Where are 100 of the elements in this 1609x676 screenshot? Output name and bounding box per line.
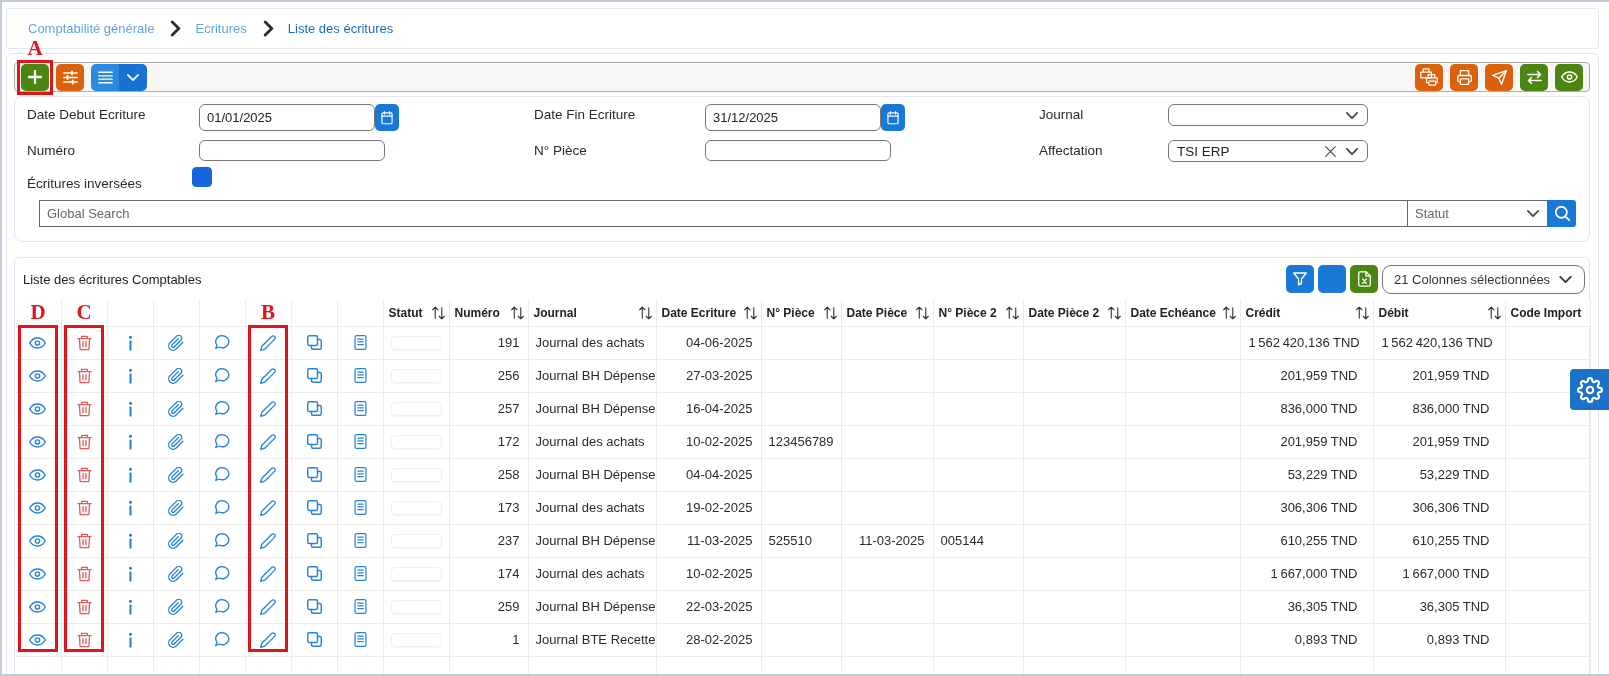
copy-icon[interactable] xyxy=(306,335,322,350)
pencil-icon[interactable] xyxy=(260,334,276,351)
calendar-button[interactable] xyxy=(881,104,905,131)
eye-icon[interactable] xyxy=(29,567,47,580)
date-input[interactable]: 31/12/2025 xyxy=(705,104,881,131)
chat-icon[interactable] xyxy=(214,335,230,350)
chat-icon[interactable] xyxy=(214,401,230,416)
info-icon[interactable] xyxy=(127,466,133,483)
pencil-icon[interactable] xyxy=(260,631,276,648)
send-button[interactable] xyxy=(1485,63,1513,91)
paperclip-icon[interactable] xyxy=(168,499,184,516)
column-header[interactable]: N° Pièce xyxy=(761,300,841,326)
paperclip-icon[interactable] xyxy=(168,631,184,648)
trash-icon[interactable] xyxy=(76,499,92,516)
paperclip-icon[interactable] xyxy=(168,400,184,417)
eye-icon[interactable] xyxy=(29,633,47,646)
document-icon[interactable] xyxy=(353,632,367,647)
column-header[interactable]: Numéro xyxy=(449,300,528,326)
breadcrumb-item[interactable]: Liste des écritures xyxy=(287,21,394,36)
pencil-icon[interactable] xyxy=(260,433,276,450)
trash-icon[interactable] xyxy=(76,631,92,648)
column-select[interactable]: 21 Colonnes sélectionnées xyxy=(1382,264,1585,294)
info-icon[interactable] xyxy=(127,565,133,582)
chat-icon[interactable] xyxy=(214,500,230,515)
text-input[interactable] xyxy=(705,140,891,161)
column-header[interactable]: Journal xyxy=(528,300,656,326)
column-header[interactable]: Code Import xyxy=(1505,300,1590,326)
copy-icon[interactable] xyxy=(306,467,322,482)
info-icon[interactable] xyxy=(127,532,133,549)
select-field[interactable] xyxy=(1168,104,1368,126)
chat-icon[interactable] xyxy=(214,467,230,482)
copy-icon[interactable] xyxy=(306,599,322,614)
trash-icon[interactable] xyxy=(76,466,92,483)
caret-icon[interactable] xyxy=(1346,111,1358,119)
add-button[interactable] xyxy=(21,63,49,91)
blank-button[interactable] xyxy=(1318,265,1346,293)
eye-icon[interactable] xyxy=(29,600,47,613)
copy-icon[interactable] xyxy=(306,401,322,416)
document-icon[interactable] xyxy=(353,533,367,548)
document-icon[interactable] xyxy=(353,368,367,383)
document-icon[interactable] xyxy=(353,401,367,416)
column-header[interactable]: Date Pièce xyxy=(841,300,933,326)
pencil-icon[interactable] xyxy=(260,499,276,516)
column-header[interactable]: Date Ecriture xyxy=(656,300,761,326)
pencil-icon[interactable] xyxy=(260,466,276,483)
info-icon[interactable] xyxy=(127,631,133,648)
calendar-button[interactable] xyxy=(375,104,399,131)
date-input[interactable]: 01/01/2025 xyxy=(199,104,375,131)
eye-icon[interactable] xyxy=(29,435,47,448)
search-button[interactable] xyxy=(1548,200,1576,227)
settings-button[interactable] xyxy=(1570,369,1609,410)
clear-icon[interactable] xyxy=(1325,145,1336,157)
paperclip-icon[interactable] xyxy=(168,466,184,483)
batch-print-button[interactable] xyxy=(1415,63,1443,91)
document-icon[interactable] xyxy=(353,335,367,350)
column-header[interactable]: Statut xyxy=(383,300,449,326)
sliders-button[interactable] xyxy=(56,63,84,91)
info-icon[interactable] xyxy=(127,499,133,516)
chat-icon[interactable] xyxy=(214,368,230,383)
paperclip-icon[interactable] xyxy=(168,334,184,351)
eye-icon[interactable] xyxy=(29,336,47,349)
eye-icon[interactable] xyxy=(29,501,47,514)
trash-icon[interactable] xyxy=(76,598,92,615)
paperclip-icon[interactable] xyxy=(168,598,184,615)
info-icon[interactable] xyxy=(127,367,133,384)
list-button[interactable] xyxy=(91,63,119,91)
filter-button[interactable] xyxy=(1286,265,1314,293)
pencil-icon[interactable] xyxy=(260,565,276,582)
search-field[interactable]: Global Search xyxy=(39,200,1408,227)
dropdown-button[interactable] xyxy=(119,63,147,91)
text-input[interactable] xyxy=(199,140,385,161)
pencil-icon[interactable] xyxy=(260,367,276,384)
trash-icon[interactable] xyxy=(76,565,92,582)
paperclip-icon[interactable] xyxy=(168,433,184,450)
paperclip-icon[interactable] xyxy=(168,565,184,582)
paperclip-icon[interactable] xyxy=(168,532,184,549)
info-icon[interactable] xyxy=(127,400,133,417)
copy-icon[interactable] xyxy=(306,566,322,581)
eye-icon[interactable] xyxy=(29,369,47,382)
chat-icon[interactable] xyxy=(214,566,230,581)
trash-icon[interactable] xyxy=(76,433,92,450)
paperclip-icon[interactable] xyxy=(168,367,184,384)
copy-icon[interactable] xyxy=(306,533,322,548)
copy-icon[interactable] xyxy=(306,500,322,515)
select-field[interactable]: TSI ERP xyxy=(1168,140,1368,162)
eye-icon[interactable] xyxy=(29,402,47,415)
chat-icon[interactable] xyxy=(214,599,230,614)
column-header[interactable]: Date Pièce 2 xyxy=(1023,300,1125,326)
checkbox[interactable] xyxy=(192,167,212,187)
print-button[interactable] xyxy=(1450,63,1478,91)
info-icon[interactable] xyxy=(127,334,133,351)
pencil-icon[interactable] xyxy=(260,598,276,615)
copy-icon[interactable] xyxy=(306,632,322,647)
trash-icon[interactable] xyxy=(76,532,92,549)
pencil-icon[interactable] xyxy=(260,532,276,549)
info-icon[interactable] xyxy=(127,433,133,450)
column-header[interactable]: Date Echéance xyxy=(1125,300,1240,326)
chat-icon[interactable] xyxy=(214,533,230,548)
view-button[interactable] xyxy=(1555,63,1583,91)
trash-icon[interactable] xyxy=(76,334,92,351)
